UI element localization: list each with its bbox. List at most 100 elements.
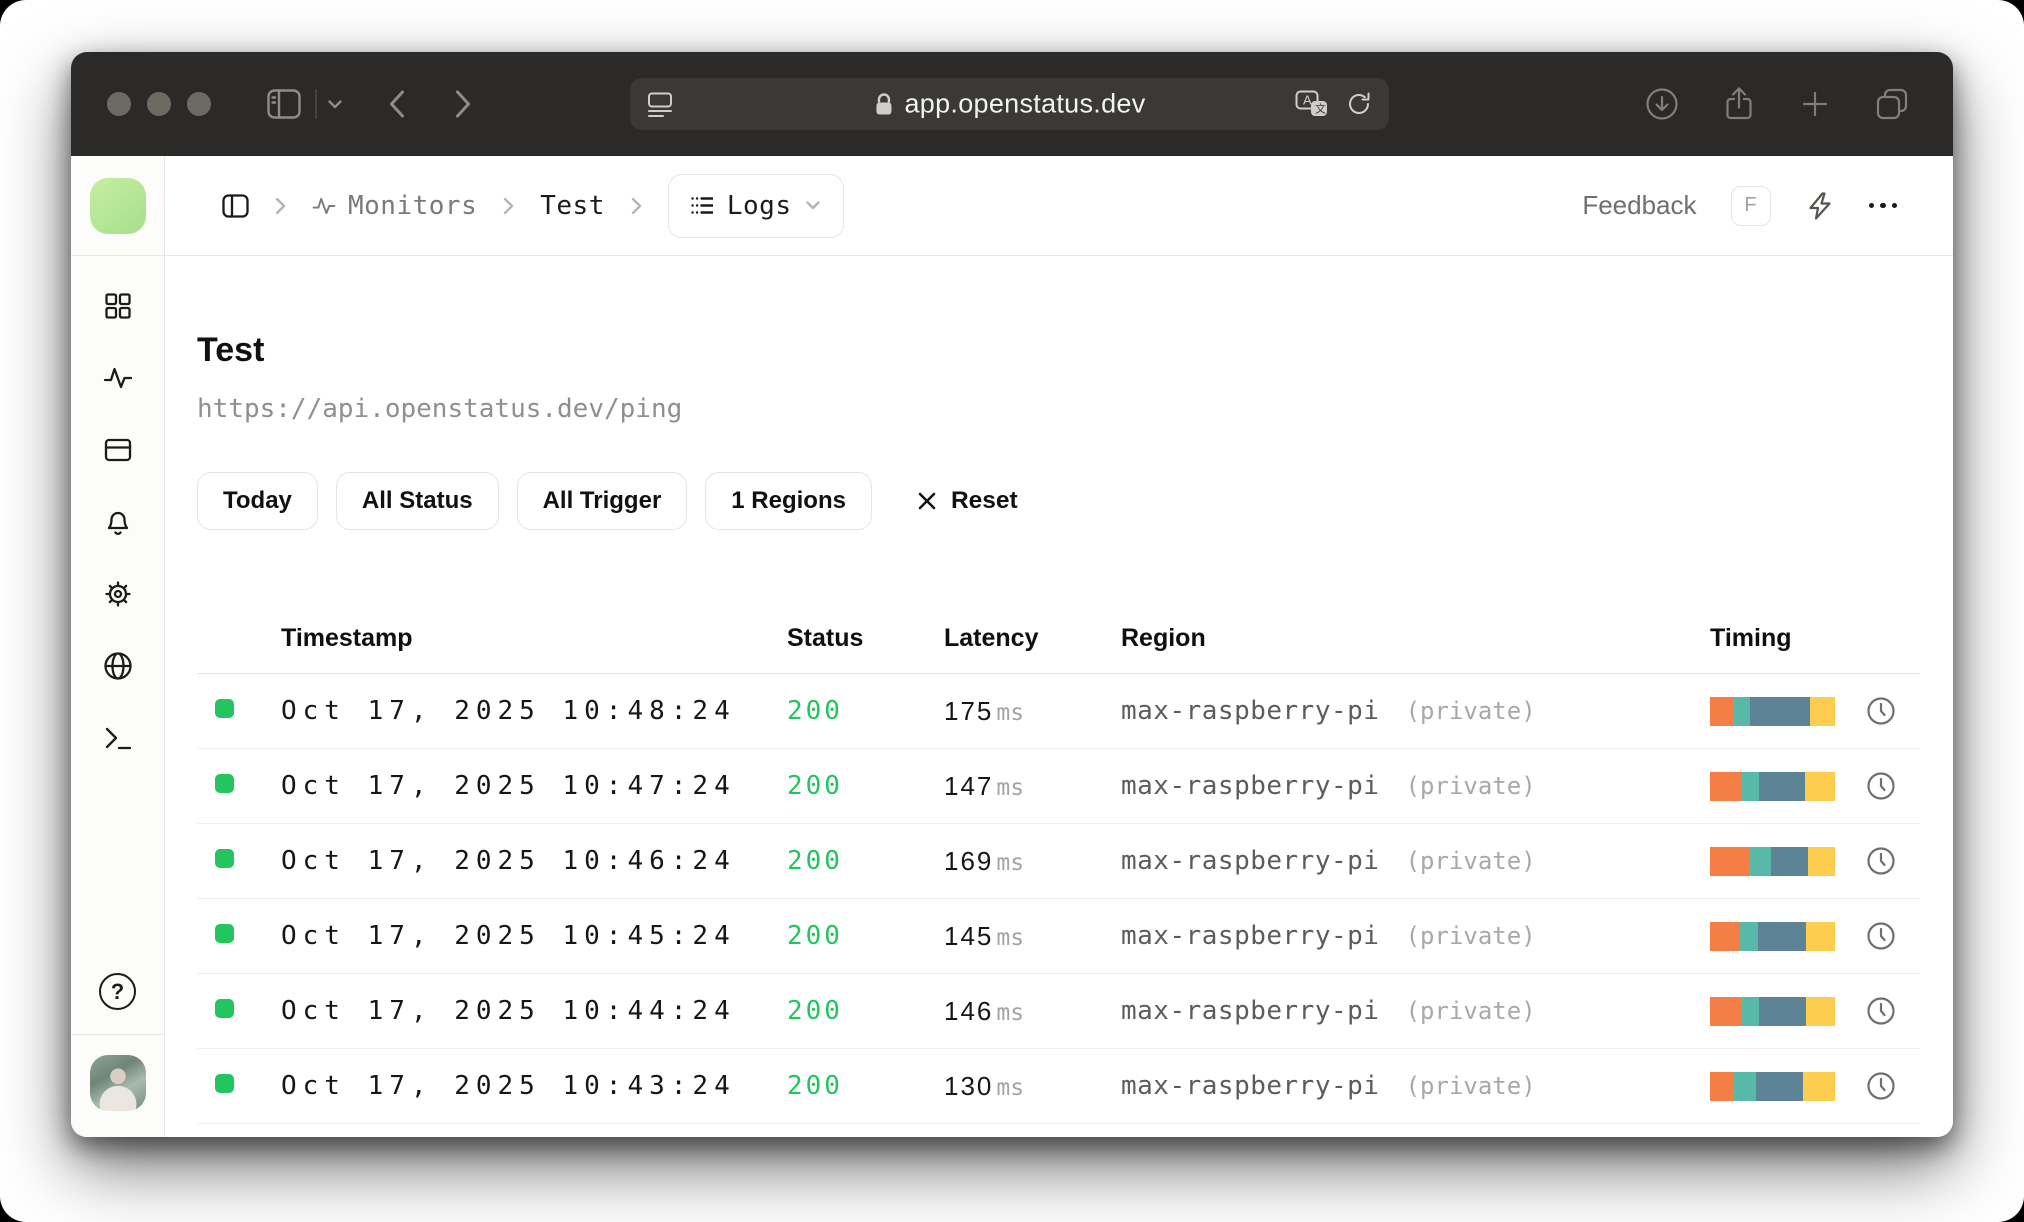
tab-overview-icon[interactable]	[1875, 87, 1909, 121]
log-timing	[1710, 846, 1920, 876]
chevron-down-icon	[806, 201, 821, 210]
chevron-right-icon	[501, 195, 516, 217]
view-selector[interactable]: Logs	[667, 173, 845, 238]
log-timestamp: Oct 17, 2025 10:45:24	[281, 921, 736, 951]
log-timing	[1710, 771, 1920, 801]
clock-icon[interactable]	[1866, 921, 1896, 951]
clock-icon[interactable]	[1866, 846, 1896, 876]
clock-icon[interactable]	[1866, 696, 1896, 726]
browser-titlebar: app.openstatus.dev A文	[71, 52, 1953, 156]
forward-icon[interactable]	[454, 89, 473, 119]
openstatus-app: ? Monitors Test Logs Feedback F Test htt…	[71, 156, 1953, 1137]
command-bolt-icon[interactable]	[1805, 191, 1835, 221]
sidebar-item-regions[interactable]	[71, 630, 164, 702]
log-timestamp: Oct 17, 2025 10:46:24	[281, 846, 736, 876]
browser-icon	[104, 438, 131, 462]
timing-bar	[1710, 771, 1835, 801]
timing-segment	[1710, 996, 1742, 1026]
timing-segment	[1710, 921, 1739, 951]
user-avatar[interactable]	[89, 1055, 146, 1111]
status-ok-dot	[215, 1074, 234, 1093]
log-row[interactable]: Oct 17, 2025 10:44:24 200 146 ms max-ras…	[197, 974, 1920, 1049]
timing-segment	[1756, 1071, 1803, 1101]
latency-unit: ms	[996, 999, 1025, 1026]
filter-trigger-button[interactable]: All Trigger	[516, 472, 688, 530]
sidebar-nav	[71, 256, 164, 774]
log-region: max-raspberry-pi (private)	[1121, 1071, 1536, 1101]
filter-regions-button[interactable]: 1 Regions	[705, 472, 872, 530]
timing-segment	[1806, 996, 1835, 1026]
clock-icon[interactable]	[1866, 771, 1896, 801]
translate-icon[interactable]: A文	[1295, 90, 1329, 118]
breadcrumb-monitors[interactable]: Monitors	[312, 191, 477, 221]
log-latency: 169 ms	[944, 845, 1025, 876]
timing-segment	[1710, 696, 1734, 726]
log-row[interactable]: Oct 17, 2025 10:43:24 200 130 ms max-ras…	[197, 1049, 1920, 1124]
browser-sidebar-toggle-icon[interactable]	[267, 89, 301, 119]
status-ok-dot	[215, 999, 234, 1018]
sidebar-item-monitors[interactable]	[71, 342, 164, 414]
timing-segment	[1732, 1071, 1757, 1101]
breadcrumb-test[interactable]: Test	[540, 191, 605, 221]
reload-icon[interactable]	[1345, 90, 1373, 118]
sidebar-item-status-pages[interactable]	[71, 414, 164, 486]
log-status: 200	[787, 996, 843, 1026]
sidebar-item-settings[interactable]	[71, 558, 164, 630]
fullscreen-window-button[interactable]	[187, 92, 211, 116]
close-window-button[interactable]	[107, 92, 131, 116]
latency-unit: ms	[996, 774, 1025, 801]
region-visibility: (private)	[1405, 697, 1536, 725]
timing-segment	[1802, 1071, 1835, 1101]
workspace-logo[interactable]	[89, 177, 146, 234]
log-region: max-raspberry-pi (private)	[1121, 996, 1536, 1026]
status-ok-dot	[215, 774, 234, 793]
downloads-icon[interactable]	[1645, 87, 1679, 121]
address-bar[interactable]: app.openstatus.dev A文	[630, 78, 1389, 130]
help-icon[interactable]: ?	[99, 973, 136, 1010]
timing-bar	[1710, 1071, 1835, 1101]
filter-period-button[interactable]: Today	[197, 472, 318, 530]
lock-icon	[875, 92, 891, 114]
region-visibility: (private)	[1405, 1072, 1536, 1100]
log-status: 200	[787, 771, 843, 801]
sidebar-divider	[71, 1034, 164, 1035]
chevron-right-icon	[629, 195, 644, 217]
log-row[interactable]: Oct 17, 2025 10:47:24 200 147 ms max-ras…	[197, 749, 1920, 824]
more-options-button[interactable]	[1868, 202, 1897, 209]
monitor-logs-page: Test https://api.openstatus.dev/ping Tod…	[165, 256, 1953, 1137]
reset-filters-button[interactable]: Reset	[916, 487, 1018, 515]
sidebar-item-cli[interactable]	[71, 702, 164, 774]
log-row[interactable]: Oct 17, 2025 10:45:24 200 145 ms max-ras…	[197, 899, 1920, 974]
status-ok-dot	[215, 924, 234, 943]
log-timing	[1710, 996, 1920, 1026]
log-row[interactable]: Oct 17, 2025 10:48:24 200 175 ms max-ras…	[197, 674, 1920, 749]
log-status: 200	[787, 1071, 843, 1101]
log-row[interactable]: Oct 17, 2025 10:46:24 200 169 ms max-ras…	[197, 824, 1920, 899]
back-icon[interactable]	[387, 89, 406, 119]
log-timing	[1710, 1071, 1920, 1101]
clock-icon[interactable]	[1866, 1071, 1896, 1101]
filter-status-button[interactable]: All Status	[335, 472, 499, 530]
log-latency: 147 ms	[944, 770, 1025, 801]
feedback-button[interactable]: Feedback	[1582, 190, 1696, 221]
column-timestamp: Timestamp	[281, 624, 413, 652]
timing-segment	[1733, 696, 1750, 726]
page-title: Test	[197, 331, 265, 369]
clock-icon[interactable]	[1866, 996, 1896, 1026]
log-status: 200	[787, 846, 843, 876]
reader-icon[interactable]	[646, 91, 674, 118]
titlebar-divider	[315, 89, 317, 119]
log-timing	[1710, 921, 1920, 951]
log-timestamp: Oct 17, 2025 10:48:24	[281, 696, 736, 726]
latency-unit: ms	[996, 1074, 1025, 1101]
minimize-window-button[interactable]	[147, 92, 171, 116]
latency-unit: ms	[996, 849, 1025, 876]
share-icon[interactable]	[1723, 86, 1755, 122]
sidebar-item-dashboard[interactable]	[71, 270, 164, 342]
sidebar-item-notifications[interactable]	[71, 486, 164, 558]
sidebar-chevron-down-icon[interactable]	[327, 99, 343, 110]
panel-toggle-icon[interactable]	[222, 193, 249, 218]
grid-icon	[104, 293, 131, 319]
timing-bar	[1710, 846, 1835, 876]
new-tab-icon[interactable]	[1799, 88, 1831, 120]
